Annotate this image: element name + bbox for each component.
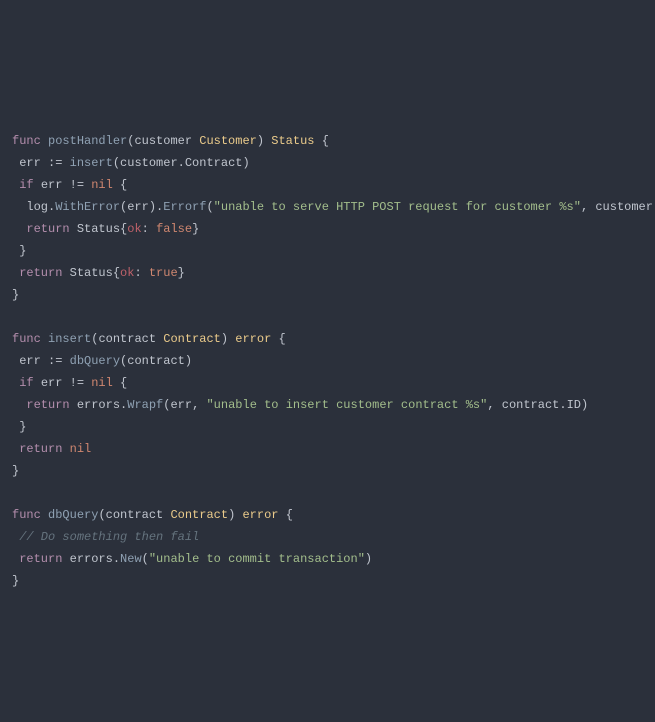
op-assign: := <box>41 354 70 368</box>
paren: ) <box>221 332 228 346</box>
brace: { <box>120 178 127 192</box>
literal-false: false <box>156 222 192 236</box>
keyword-return: return <box>19 266 62 280</box>
ident-errors: errors <box>77 398 120 412</box>
brace: } <box>12 464 19 478</box>
brace: } <box>12 574 19 588</box>
dot: . <box>113 552 120 566</box>
paren: ( <box>113 156 120 170</box>
paren: ) <box>228 508 235 522</box>
comma: , <box>581 200 595 214</box>
colon: : <box>134 266 148 280</box>
literal-nil: nil <box>91 376 113 390</box>
param-customer: customer <box>134 134 192 148</box>
string-commit: "unable to commit transaction" <box>149 552 365 566</box>
brace: { <box>120 376 127 390</box>
ident-contract: contract <box>127 354 185 368</box>
ident-log: log <box>26 200 48 214</box>
literal-true: true <box>149 266 178 280</box>
paren: ) <box>581 398 588 412</box>
ident-err: err <box>19 354 41 368</box>
func-dbQuery: dbQuery <box>48 508 98 522</box>
func-insert: insert <box>48 332 91 346</box>
keyword-return: return <box>19 552 62 566</box>
dot: . <box>559 398 566 412</box>
call-New: New <box>120 552 142 566</box>
keyword-if: if <box>19 376 33 390</box>
call-Errorf: Errorf <box>163 200 206 214</box>
call-dbQuery: dbQuery <box>70 354 120 368</box>
op-assign: := <box>41 156 70 170</box>
brace: } <box>19 244 26 258</box>
param-contract: contract <box>98 332 156 346</box>
ident-err: err <box>170 398 192 412</box>
ident-err: err <box>19 156 41 170</box>
paren: ) <box>365 552 372 566</box>
paren: ) <box>149 200 156 214</box>
type-Contract: Contract <box>163 332 221 346</box>
ident-errors: errors <box>70 552 113 566</box>
comma: , <box>192 398 206 412</box>
brace: } <box>19 420 26 434</box>
ident-customer: customer <box>595 200 653 214</box>
ident-customer: customer <box>120 156 178 170</box>
ident-contract: contract <box>502 398 560 412</box>
keyword-if: if <box>19 178 33 192</box>
type-Status: Status <box>77 222 120 236</box>
comment-fail: // Do something then fail <box>19 530 199 544</box>
brace: { <box>322 134 329 148</box>
field-Contract: Contract <box>185 156 243 170</box>
literal-nil: nil <box>91 178 113 192</box>
ident-err: err <box>41 376 63 390</box>
paren: ) <box>185 354 192 368</box>
paren: ) <box>242 156 249 170</box>
call-Wrapf: Wrapf <box>127 398 163 412</box>
brace: { <box>286 508 293 522</box>
type-Status: Status <box>70 266 113 280</box>
paren: ( <box>206 200 213 214</box>
type-Status: Status <box>271 134 314 148</box>
call-insert: insert <box>70 156 113 170</box>
code-block: func postHandler(customer Customer) Stat… <box>0 110 655 612</box>
ident-err: err <box>127 200 149 214</box>
field-ok: ok <box>120 266 134 280</box>
brace: { <box>278 332 285 346</box>
keyword-func: func <box>12 508 41 522</box>
ident-err: err <box>41 178 63 192</box>
type-error: error <box>235 332 271 346</box>
keyword-return: return <box>26 222 69 236</box>
keyword-func: func <box>12 332 41 346</box>
type-error: error <box>242 508 278 522</box>
string-httpPost: "unable to serve HTTP POST request for c… <box>214 200 581 214</box>
op-ne: != <box>62 376 91 390</box>
dot: . <box>178 156 185 170</box>
literal-nil: nil <box>70 442 92 456</box>
func-postHandler: postHandler <box>48 134 127 148</box>
paren: ) <box>257 134 264 148</box>
brace: } <box>192 222 199 236</box>
string-insert: "unable to insert customer contract %s" <box>206 398 487 412</box>
comma: , <box>487 398 501 412</box>
field-ok: ok <box>127 222 141 236</box>
brace: } <box>12 288 19 302</box>
type-Customer: Customer <box>199 134 257 148</box>
keyword-return: return <box>19 442 62 456</box>
field-ID: ID <box>567 398 581 412</box>
brace: { <box>113 266 120 280</box>
op-ne: != <box>62 178 91 192</box>
keyword-return: return <box>26 398 69 412</box>
paren: ( <box>142 552 149 566</box>
type-Contract: Contract <box>170 508 228 522</box>
call-WithError: WithError <box>55 200 120 214</box>
paren: ( <box>98 508 105 522</box>
brace: } <box>178 266 185 280</box>
param-contract: contract <box>106 508 164 522</box>
keyword-func: func <box>12 134 41 148</box>
colon: : <box>142 222 156 236</box>
